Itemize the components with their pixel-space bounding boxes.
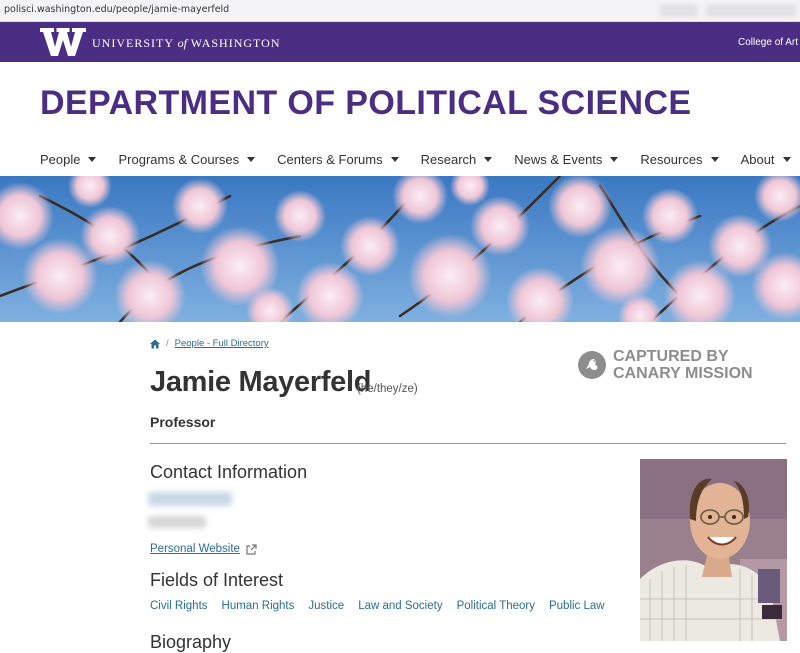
canary-mission-watermark: CAPTURED BY CANARY MISSION (578, 348, 753, 382)
university-name[interactable]: UNIVERSITY of WASHINGTON (92, 36, 280, 51)
canary-line-2: CANARY MISSION (613, 365, 753, 382)
redacted-phone (148, 516, 206, 528)
personal-website-label: Personal Website (150, 543, 240, 555)
nav-label: Research (420, 151, 477, 167)
caret-down-icon (390, 156, 399, 162)
caret-down-icon (247, 156, 256, 162)
nav-label: Resources (640, 151, 703, 167)
cherry-blossom-banner (0, 176, 800, 322)
redacted-email (148, 492, 232, 506)
field-political-theory[interactable]: Political Theory (457, 600, 535, 612)
external-link-icon (246, 543, 257, 555)
main-nav: People Programs & Courses Centers & Foru… (40, 150, 800, 168)
field-public-law[interactable]: Public Law (549, 600, 605, 612)
nav-item-about[interactable]: About (741, 150, 791, 168)
caret-down-icon (484, 156, 493, 162)
contact-heading: Contact Information (150, 462, 308, 482)
fields-heading: Fields of Interest (150, 570, 284, 590)
nav-item-centers-forums[interactable]: Centers & Forums (277, 150, 399, 168)
university-name-post: WASHINGTON (190, 36, 281, 50)
profile-photo (640, 459, 787, 641)
header-divider (150, 443, 786, 444)
canary-bird-icon (578, 351, 606, 379)
profile-name: Jamie Mayerfeld (150, 366, 372, 398)
nav-item-programs-courses[interactable]: Programs & Courses (118, 150, 256, 168)
browser-toolbar-icons (660, 4, 698, 17)
breadcrumb-people-link[interactable]: People - Full Directory (175, 338, 269, 349)
breadcrumb-separator: / (166, 338, 169, 349)
personal-website-link[interactable]: Personal Website (150, 543, 257, 555)
caret-down-icon (782, 156, 791, 162)
nav-label: Centers & Forums (277, 151, 383, 167)
field-human-rights[interactable]: Human Rights (222, 600, 295, 612)
department-title[interactable]: DEPARTMENT OF POLITICAL SCIENCE (40, 84, 692, 123)
profile-title: Professor (150, 414, 216, 430)
biography-heading: Biography (150, 632, 232, 652)
uw-top-bar: UNIVERSITY of WASHINGTON College of Art (0, 22, 800, 62)
profile-pronouns: (he/they/ze) (357, 383, 418, 395)
caret-down-icon (710, 156, 719, 162)
nav-item-resources[interactable]: Resources (640, 150, 719, 168)
university-name-pre: UNIVERSITY (92, 36, 174, 50)
college-link[interactable]: College of Art (738, 37, 798, 48)
breadcrumb: / People - Full Directory (150, 338, 269, 349)
field-law-and-society[interactable]: Law and Society (358, 600, 442, 612)
caret-down-icon (610, 156, 619, 162)
caret-down-icon (88, 156, 97, 162)
nav-label: News & Events (514, 151, 603, 167)
nav-item-research[interactable]: Research (421, 150, 493, 168)
canary-line-1: CAPTURED BY (613, 348, 729, 365)
browser-toolbar-icons-2 (706, 4, 796, 17)
nav-label: Programs & Courses (118, 151, 240, 167)
university-name-of: of (177, 36, 187, 50)
field-justice[interactable]: Justice (308, 600, 344, 612)
nav-item-people[interactable]: People (40, 150, 97, 168)
nav-item-news-events[interactable]: News & Events (514, 150, 619, 168)
uw-logo-icon[interactable] (40, 27, 86, 57)
url-text[interactable]: polisci.washington.edu/people/jamie-maye… (4, 4, 229, 15)
banner-image (0, 176, 800, 322)
nav-label: People (40, 151, 81, 167)
fields-list: Civil Rights Human Rights Justice Law an… (150, 600, 619, 612)
nav-label: About (740, 151, 775, 167)
field-civil-rights[interactable]: Civil Rights (150, 600, 208, 612)
browser-url-bar[interactable]: polisci.washington.edu/people/jamie-maye… (0, 0, 800, 22)
home-icon[interactable] (150, 339, 160, 349)
